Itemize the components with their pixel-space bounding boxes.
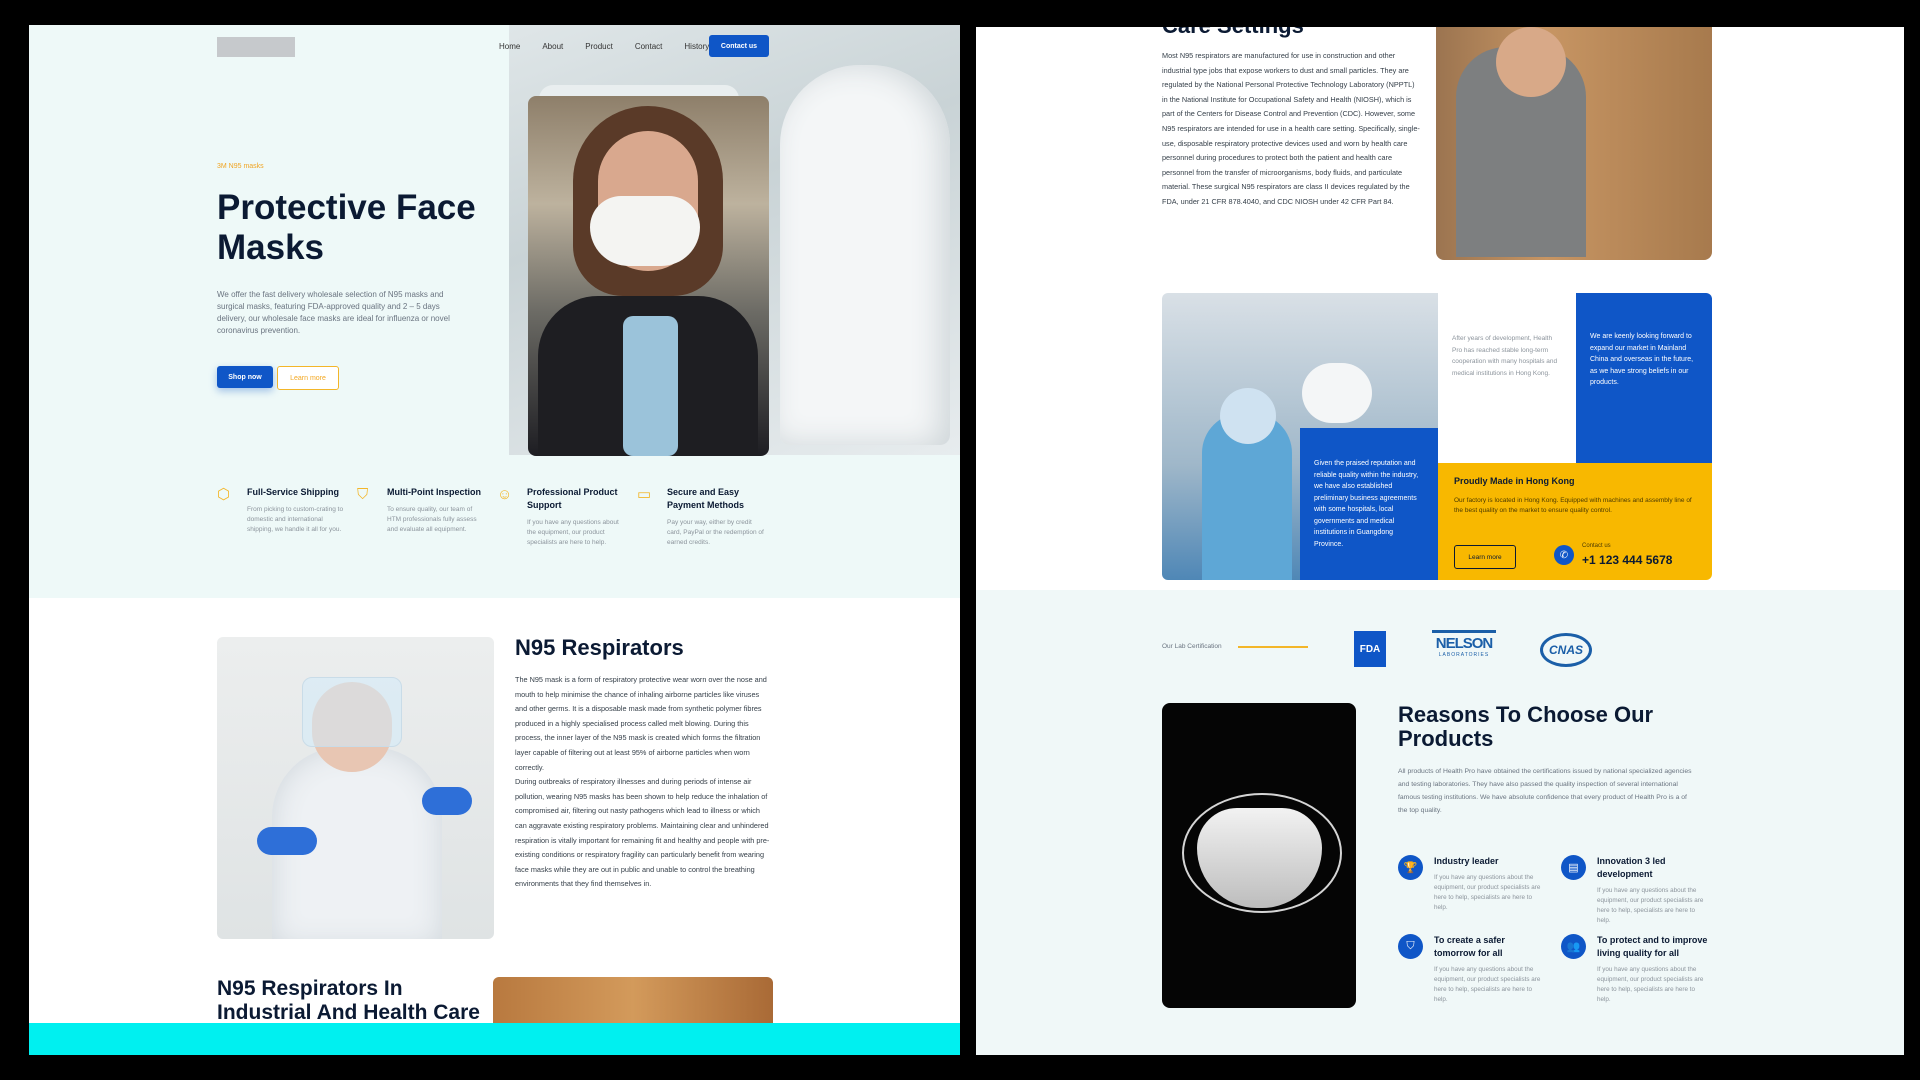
made-in-hk-title: Proudly Made in Hong Kong — [1454, 476, 1575, 486]
mask-shape — [590, 196, 700, 266]
expansion-card: We are keenly looking forward to expand … — [1576, 293, 1712, 463]
feature-title: Professional Product Support — [527, 487, 618, 510]
nav-history[interactable]: History — [684, 38, 709, 56]
features-row: ⬡ Full-Service Shipping From picking to … — [217, 486, 777, 548]
guangdong-card: Given the praised reputation and reliabl… — [1300, 428, 1438, 580]
credit-card-icon: ▭ — [637, 486, 652, 503]
fda-logo: FDA — [1354, 631, 1386, 667]
learn-more-button[interactable]: Learn more — [1454, 545, 1516, 569]
reason-industry-leader: 🏆 Industry leader If you have any questi… — [1398, 855, 1548, 913]
feature-title: Secure and Easy Payment Methods — [667, 487, 745, 510]
n95-title: N95 Respirators — [515, 635, 684, 660]
industrial-title-cut: Care Settings — [1162, 27, 1304, 39]
cert-label: Our Lab Certification — [1162, 643, 1222, 650]
n95-text: The N95 mask is a form of respiratory pr… — [515, 673, 773, 892]
n95-paragraph-2: During outbreaks of respiratory illnesse… — [515, 777, 770, 889]
feature-inspection: ⛉ Multi-Point Inspection To ensure quali… — [357, 486, 497, 548]
about-grid: Given the praised reputation and reliabl… — [1162, 293, 1712, 580]
left-page-screenshot: Home About Product Contact History Conta… — [29, 25, 960, 1055]
reason-living-quality: 👥 To protect and to improve living quali… — [1561, 934, 1711, 1005]
nelson-wordmark: NELSON — [1432, 630, 1496, 652]
divider — [1238, 646, 1308, 648]
reasons-title: Reasons To Choose Our Products — [1398, 702, 1654, 751]
hazmat-suit-shape — [780, 65, 950, 445]
chart-icon: ▤ — [1561, 855, 1586, 880]
cnas-logo: CNAS — [1540, 633, 1592, 667]
trophy-icon: 🏆 — [1398, 855, 1423, 880]
hero-section: Home About Product Contact History Conta… — [29, 25, 960, 598]
hong-kong-text: After years of development, Health Pro h… — [1452, 335, 1558, 377]
made-in-hk-card: Proudly Made in Hong Kong Our factory is… — [1438, 463, 1712, 580]
feature-text: From picking to custom-crating to domest… — [247, 506, 344, 533]
box-icon: ⬡ — [217, 486, 231, 503]
feature-text: Pay your way, either by credit card, Pay… — [667, 519, 764, 546]
reason-text: If you have any questions about the equi… — [1434, 966, 1541, 1003]
shop-now-button[interactable]: Shop now — [217, 366, 273, 388]
right-page-screenshot: Care Settings Most N95 respirators are m… — [976, 27, 1904, 1055]
main-nav: Home About Product Contact History — [499, 38, 731, 56]
glove-shape — [257, 827, 317, 855]
reason-safer-tomorrow: ⛉ To create a safer tomorrow for all If … — [1398, 934, 1548, 1005]
spray-worker-photo — [1436, 27, 1712, 260]
feature-support: ☺ Professional Product Support If you ha… — [497, 486, 637, 548]
certification-section: Our Lab Certification FDA NELSON LABORAT… — [976, 590, 1904, 1055]
face-shield-shape — [302, 677, 402, 747]
reason-title: To protect and to improve living quality… — [1597, 935, 1708, 958]
hero-title: Protective Face Masks — [217, 188, 476, 267]
people-icon: 👥 — [1561, 934, 1586, 959]
feature-shipping: ⬡ Full-Service Shipping From picking to … — [217, 486, 357, 548]
learn-more-button[interactable]: Learn more — [277, 366, 339, 390]
feature-title: Multi-Point Inspection — [387, 487, 481, 497]
worker-head-shape — [1220, 388, 1276, 444]
feature-title: Full-Service Shipping — [247, 487, 340, 497]
worker-head-shape — [1496, 27, 1566, 97]
n95-paragraph-1: The N95 mask is a form of respiratory pr… — [515, 675, 767, 772]
shield-icon: ⛉ — [1398, 934, 1423, 959]
reason-text: If you have any questions about the equi… — [1434, 874, 1541, 911]
glove-shape — [422, 787, 472, 815]
nelson-logo: NELSON LABORATORIES — [1432, 630, 1496, 670]
hero-intro: We offer the fast delivery wholesale sel… — [217, 290, 450, 335]
reason-innovation: ▤ Innovation 3 led development If you ha… — [1561, 855, 1711, 926]
woman-mask-photo — [528, 96, 769, 456]
shirt-shape — [623, 316, 678, 456]
reason-title: Industry leader — [1434, 856, 1499, 866]
cyan-overlay-bar — [29, 1023, 960, 1055]
healthcare-worker-photo — [217, 637, 494, 939]
reasons-intro: All products of Health Pro have obtained… — [1398, 768, 1692, 814]
logo-placeholder[interactable] — [217, 37, 295, 57]
roll-shape — [1302, 363, 1372, 423]
feature-text: To ensure quality, our team of HTM profe… — [387, 506, 477, 533]
nav-home[interactable]: Home — [499, 38, 520, 56]
hero-eyebrow: 3M N95 masks — [217, 163, 264, 170]
feature-payment: ▭ Secure and Easy Payment Methods Pay yo… — [637, 486, 777, 548]
contact-us-button[interactable]: Contact us — [709, 35, 769, 57]
phone-icon[interactable]: ✆ — [1554, 545, 1574, 565]
feature-text: If you have any questions about the equi… — [527, 519, 619, 546]
industrial-text: Most N95 respirators are manufactured fo… — [1162, 51, 1420, 206]
contact-label: Contact us — [1582, 543, 1611, 549]
support-agent-icon: ☺ — [497, 486, 513, 503]
reason-title: To create a safer tomorrow for all — [1434, 935, 1505, 958]
reason-text: If you have any questions about the equi… — [1597, 966, 1704, 1003]
nelson-sub: LABORATORIES — [1438, 652, 1490, 658]
nav-contact[interactable]: Contact — [635, 38, 663, 56]
phone-number[interactable]: +1 123 444 5678 — [1582, 553, 1672, 567]
n95-mask-photo — [1162, 703, 1356, 1008]
nav-product[interactable]: Product — [585, 38, 613, 56]
reason-title: Innovation 3 led development — [1597, 856, 1666, 879]
shield-check-icon: ⛉ — [357, 486, 369, 503]
nav-about[interactable]: About — [542, 38, 563, 56]
made-in-hk-text: Our factory is located in Hong Kong. Equ… — [1454, 497, 1692, 514]
reason-text: If you have any questions about the equi… — [1597, 887, 1704, 924]
